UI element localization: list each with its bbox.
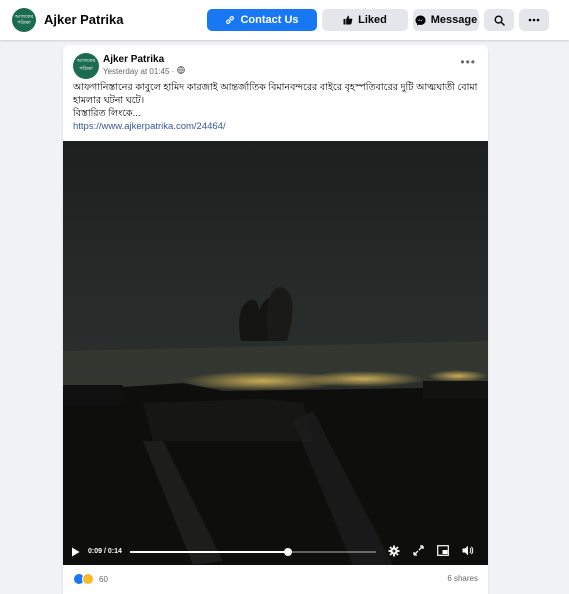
reaction-count: 60 [99, 574, 108, 584]
pip-icon[interactable] [437, 545, 449, 558]
messenger-icon [415, 15, 426, 26]
fullscreen-icon[interactable] [413, 545, 424, 558]
post-timestamp[interactable]: Yesterday at 01:45 · [103, 66, 186, 76]
reactions-summary[interactable]: 60 [73, 573, 108, 585]
video-controls: 0:09 / 0:14 [63, 539, 488, 565]
post-body: আফগানিস্তানের কাবুলে হামিদ কারজাই আন্তর্… [73, 82, 478, 106]
message-label: Message [430, 14, 478, 26]
page-name[interactable]: Ajker Patrika [44, 12, 124, 27]
post-more-button[interactable]: ••• [460, 55, 476, 69]
post-details-text: বিস্তারিত লিংকে... [73, 108, 141, 119]
globe-icon [177, 66, 186, 76]
search-icon [493, 14, 505, 26]
contact-us-button[interactable]: Contact Us [207, 9, 317, 31]
video-player[interactable]: 0:09 / 0:14 [63, 141, 488, 565]
page-avatar-text: আজকের পত্রিকা [14, 14, 34, 26]
play-icon[interactable] [71, 547, 80, 559]
video-progress-bar[interactable] [130, 548, 376, 556]
post-footer: 60 6 shares [73, 573, 478, 587]
video-progress-knob[interactable] [284, 548, 293, 556]
video-frame [63, 287, 488, 565]
post-card: আজকের পত্রিকা Ajker Patrika Yesterday at… [63, 45, 488, 594]
shares-count[interactable]: 6 shares [447, 574, 478, 583]
contact-us-label: Contact Us [240, 14, 299, 26]
post-link[interactable]: https://www.ajkerpatrika.com/24464/ [73, 120, 478, 133]
post-avatar[interactable]: আজকের পত্রিকা [73, 53, 99, 79]
link-icon [225, 15, 235, 25]
liked-button[interactable]: Liked [322, 9, 408, 31]
search-button[interactable] [484, 9, 514, 31]
post-text: আফগানিস্তানের কাবুলে হামিদ কারজাই আন্তর্… [73, 81, 478, 133]
video-progress-fill [130, 551, 289, 553]
liked-label: Liked [358, 14, 387, 26]
more-icon [528, 18, 540, 22]
page-avatar[interactable]: আজকের পত্রিকা [12, 8, 36, 32]
more-options-button[interactable] [519, 9, 549, 31]
message-button[interactable]: Message [413, 9, 479, 31]
sad-reaction-icon [82, 573, 94, 585]
video-time: 0:09 / 0:14 [88, 548, 122, 555]
post-author[interactable]: Ajker Patrika [103, 54, 164, 65]
volume-icon[interactable] [462, 545, 474, 558]
page-header: আজকের পত্রিকা Ajker Patrika Contact Us L… [0, 0, 569, 40]
post-avatar-text: আজকের পত্রিকা [76, 58, 96, 72]
settings-icon[interactable] [388, 545, 400, 559]
post-time-text: Yesterday at 01:45 · [103, 66, 175, 76]
thumbs-up-icon [343, 15, 353, 25]
